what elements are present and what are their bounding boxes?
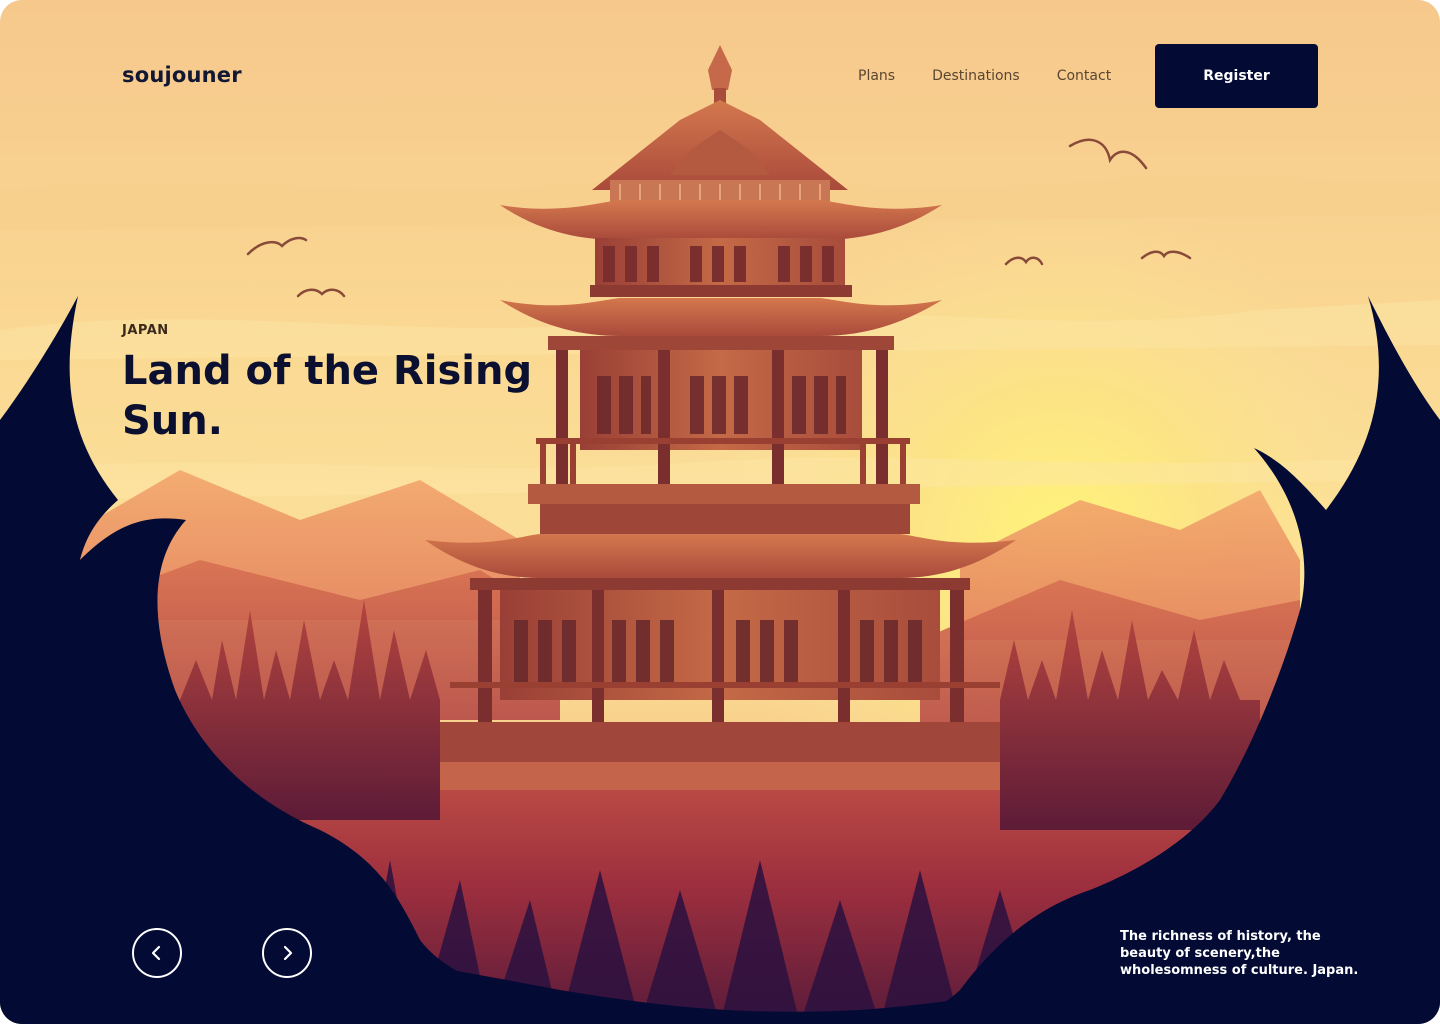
chevron-right-icon: [283, 945, 293, 961]
pagoda-sunset-illustration: [0, 0, 1440, 1024]
carousel-next-button[interactable]: [262, 928, 312, 978]
brand-logo[interactable]: soujouner: [122, 63, 242, 87]
main-nav: Plans Destinations Contact: [858, 68, 1111, 84]
hero-headline: Land of the Rising Sun.: [122, 348, 533, 444]
nav-link-contact[interactable]: Contact: [1057, 68, 1111, 84]
carousel-prev-button[interactable]: [132, 928, 182, 978]
hero-tagline: The richness of history, the beauty of s…: [1120, 929, 1359, 978]
landing-page: soujouner Plans Destinations Contact Reg…: [0, 0, 1440, 1024]
chevron-left-icon: [151, 945, 161, 961]
register-button[interactable]: Register: [1155, 44, 1318, 108]
nav-link-destinations[interactable]: Destinations: [932, 68, 1020, 84]
hero-eyebrow: JAPAN: [122, 323, 169, 338]
nav-link-plans[interactable]: Plans: [858, 68, 895, 84]
